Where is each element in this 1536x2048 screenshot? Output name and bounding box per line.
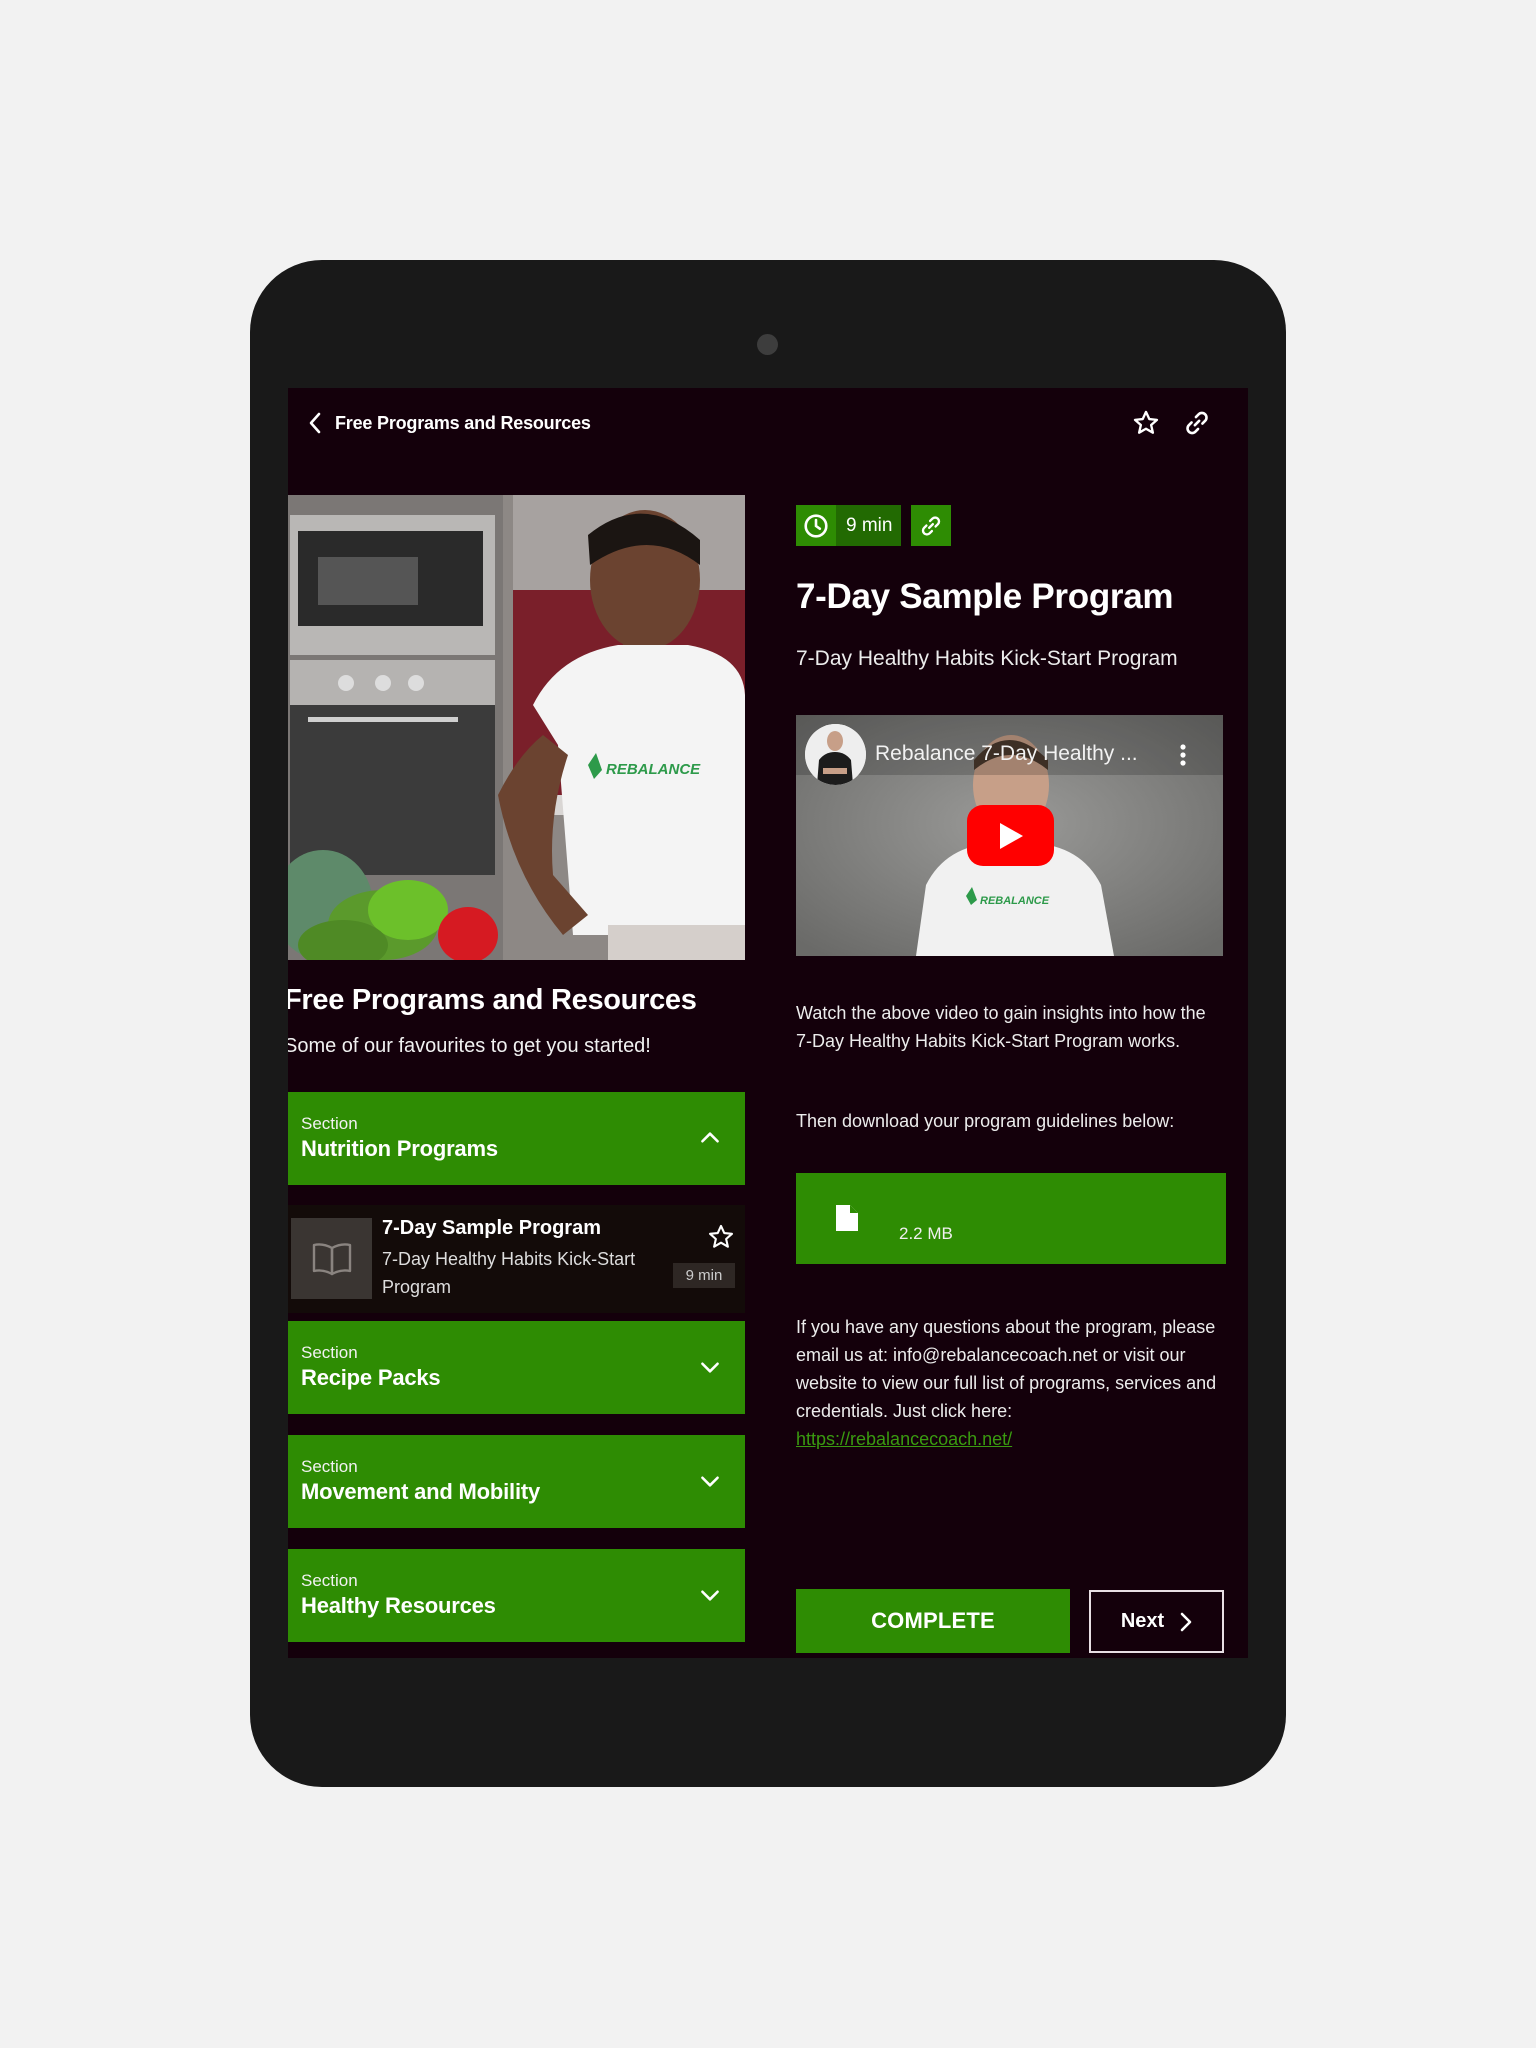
- section-title: Movement and Mobility: [301, 1479, 541, 1504]
- lesson-duration-badge: 9 min: [673, 1263, 735, 1288]
- chevron-right-icon: [1180, 1612, 1192, 1631]
- share-link-button[interactable]: [911, 505, 952, 546]
- website-link[interactable]: https://rebalancecoach.net/: [796, 1429, 1012, 1449]
- clock-icon: [804, 513, 828, 538]
- section-label: Section: [301, 1343, 358, 1362]
- youtube-video-player[interactable]: REBALANCE Rebalance 7-Day Healthy ...: [796, 715, 1223, 956]
- chevron-down-icon: [701, 1362, 719, 1373]
- front-camera: [757, 334, 778, 355]
- section-label: Section: [301, 1571, 358, 1590]
- channel-avatar[interactable]: [805, 724, 866, 785]
- lesson-item[interactable]: 7-Day Sample Program 7-Day Healthy Habit…: [288, 1205, 745, 1313]
- star-outline-icon: [1133, 410, 1159, 434]
- file-size: 2.2 MB: [899, 1224, 953, 1243]
- page-title: Free Programs and Resources: [335, 413, 591, 433]
- lesson-title: 7-Day Sample Program: [382, 1217, 601, 1239]
- next-button[interactable]: Next: [1089, 1590, 1224, 1653]
- hero-image: REBALANCE: [288, 495, 745, 960]
- collection-title: Free Programs and Resources: [288, 984, 697, 1016]
- chevron-left-icon: [309, 412, 321, 434]
- download-file-button[interactable]: 2.2 MB: [796, 1173, 1226, 1264]
- duration-text: 9 min: [836, 505, 902, 546]
- favorite-button[interactable]: [1131, 408, 1161, 438]
- top-bar: Free Programs and Resources: [288, 388, 1248, 458]
- contact-paragraph: If you have any questions about the prog…: [796, 1313, 1226, 1453]
- book-open-icon: [312, 1242, 351, 1275]
- section-title: Healthy Resources: [301, 1593, 496, 1618]
- lesson-thumbnail: [291, 1218, 372, 1299]
- section-nutrition-programs[interactable]: Section Nutrition Programs: [288, 1092, 745, 1185]
- lesson-badges: 9 min: [796, 505, 952, 546]
- section-label: Section: [301, 1114, 358, 1133]
- copy-link-button[interactable]: [1182, 408, 1212, 438]
- link-icon: [1186, 411, 1208, 435]
- hero-shirt-logo: REBALANCE: [606, 761, 701, 778]
- more-vertical-icon[interactable]: [1179, 743, 1187, 767]
- app-screen: Free Programs and Resources REBALANCE Fr…: [288, 388, 1248, 1658]
- section-movement-and-mobility[interactable]: Section Movement and Mobility: [288, 1435, 745, 1528]
- video-shirt-logo: REBALANCE: [980, 895, 1050, 907]
- link-icon: [922, 515, 941, 536]
- section-title: Nutrition Programs: [301, 1136, 498, 1161]
- course-outline-panel: REBALANCE Free Programs and Resources So…: [288, 495, 745, 1658]
- duration-badge: 9 min: [796, 505, 902, 546]
- section-healthy-resources[interactable]: Section Healthy Resources: [288, 1549, 745, 1642]
- lesson-subtitle: 7-Day Healthy Habits Kick-Start Program: [382, 1249, 636, 1297]
- download-instructions: Then download your program guidelines be…: [796, 1111, 1175, 1131]
- contact-text: If you have any questions about the prog…: [796, 1317, 1217, 1421]
- play-button[interactable]: [967, 805, 1054, 866]
- video-title: Rebalance 7-Day Healthy ...: [875, 742, 1138, 765]
- chevron-down-icon: [701, 1590, 719, 1601]
- description-paragraph: Watch the above video to gain insights i…: [796, 1003, 1206, 1051]
- star-outline-icon[interactable]: [707, 1223, 735, 1251]
- lesson-content: 9 min 7-Day Sample Program 7-Day Healthy…: [796, 495, 1236, 1658]
- section-recipe-packs[interactable]: Section Recipe Packs: [288, 1321, 745, 1414]
- complete-button[interactable]: COMPLETE: [796, 1589, 1070, 1653]
- section-title: Recipe Packs: [301, 1365, 441, 1390]
- lesson-subtitle: 7-Day Healthy Habits Kick-Start Program: [796, 647, 1178, 670]
- section-label: Section: [301, 1457, 358, 1476]
- collection-subtitle: Some of our favourites to get you starte…: [288, 1035, 651, 1057]
- next-label: Next: [1120, 1610, 1165, 1632]
- youtube-play-icon: [999, 822, 1023, 849]
- lesson-title: 7-Day Sample Program: [796, 577, 1174, 616]
- back-button[interactable]: [302, 410, 328, 436]
- file-icon: [836, 1205, 858, 1231]
- chevron-down-icon: [701, 1476, 719, 1487]
- chevron-up-icon: [701, 1132, 719, 1143]
